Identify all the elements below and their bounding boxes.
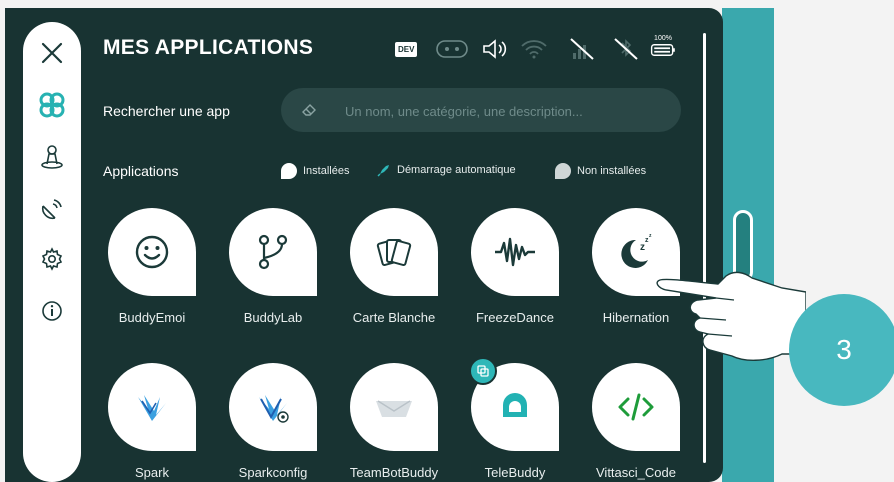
soundwave-icon bbox=[495, 237, 535, 267]
app-tile-vittasci-code[interactable]: Vittasci_Code bbox=[578, 363, 694, 480]
battery-label: 100% bbox=[654, 35, 672, 42]
info-icon[interactable] bbox=[37, 296, 67, 326]
app-icon-bubble[interactable] bbox=[469, 357, 559, 451]
app-name: Vittasci_Code bbox=[596, 465, 676, 480]
app-name: FreezeDance bbox=[475, 310, 555, 325]
autostart-badge-icon bbox=[469, 357, 497, 385]
spark-config-icon bbox=[259, 395, 289, 423]
telebuddy-icon bbox=[503, 393, 527, 417]
scrollbar-track[interactable] bbox=[703, 33, 706, 463]
installed-dot-icon bbox=[281, 163, 297, 179]
app-icon-bubble[interactable] bbox=[350, 363, 438, 451]
tutorial-step-badge: 3 bbox=[789, 294, 894, 406]
volume-icon[interactable] bbox=[481, 38, 511, 60]
app-tile-telebuddy[interactable]: TeleBuddy bbox=[457, 357, 573, 480]
moon-sleep-icon: zzz bbox=[621, 233, 652, 268]
app-name: BuddyEmoi bbox=[118, 310, 186, 325]
gear-icon[interactable] bbox=[37, 244, 67, 274]
app-icon-bubble[interactable] bbox=[471, 208, 559, 296]
cards-icon bbox=[376, 239, 412, 266]
legend-autostart: Démarrage automatique bbox=[377, 163, 516, 177]
apps-flower-icon[interactable] bbox=[37, 90, 67, 120]
app-screen: MES APPLICATIONS DEV 100% Rechercher une… bbox=[5, 8, 723, 482]
search-input[interactable] bbox=[343, 88, 667, 134]
app-icon-bubble[interactable] bbox=[108, 363, 196, 451]
smiley-icon bbox=[135, 235, 169, 269]
app-icon-bubble[interactable] bbox=[229, 363, 317, 451]
battery-icon: 100% bbox=[649, 35, 677, 57]
page-title: MES APPLICATIONS bbox=[103, 36, 314, 59]
robot-icon[interactable] bbox=[37, 142, 67, 172]
sidebar bbox=[23, 22, 81, 482]
app-icon-bubble[interactable] bbox=[229, 208, 317, 296]
app-name: BuddyLab bbox=[243, 310, 303, 325]
legend-not-installed: Non installées bbox=[555, 163, 646, 179]
svg-text:z: z bbox=[649, 233, 652, 239]
dev-badge-label: DEV bbox=[395, 41, 418, 57]
app-tile-spark[interactable]: Spark bbox=[94, 363, 210, 480]
legend-installed: Installées bbox=[281, 163, 349, 179]
pointing-hand-icon bbox=[656, 271, 806, 361]
app-tile-buddylab[interactable]: BuddyLab bbox=[215, 208, 331, 325]
robot-face-icon bbox=[435, 38, 469, 60]
app-name: Spark bbox=[135, 465, 169, 480]
bluetooth-off-icon bbox=[611, 38, 641, 60]
close-icon[interactable] bbox=[37, 38, 67, 68]
app-tile-sparkconfig[interactable]: Sparkconfig bbox=[215, 363, 331, 480]
code-icon bbox=[618, 393, 654, 421]
legend-installed-label: Installées bbox=[303, 165, 350, 177]
spark-logo-icon bbox=[138, 395, 166, 421]
legend-autostart-label: Démarrage automatique bbox=[397, 164, 516, 176]
legend-not-installed-label: Non installées bbox=[577, 165, 647, 177]
app-icon-bubble[interactable] bbox=[592, 363, 680, 451]
app-name: Sparkconfig bbox=[238, 465, 308, 480]
dev-badge: DEV bbox=[395, 38, 418, 60]
rocket-icon bbox=[377, 165, 389, 177]
app-icon-bubble[interactable] bbox=[108, 208, 196, 296]
app-name: TeleBuddy bbox=[484, 465, 546, 480]
branch-icon bbox=[258, 234, 288, 270]
app-icon-bubble[interactable] bbox=[350, 208, 438, 296]
app-tile-teambotbuddy[interactable]: TeamBotBuddy bbox=[336, 363, 452, 480]
eraser-icon[interactable] bbox=[301, 102, 317, 118]
satellite-icon[interactable] bbox=[37, 194, 67, 224]
applications-section-label: Applications bbox=[103, 163, 179, 179]
app-tile-freezedance[interactable]: FreezeDance bbox=[457, 208, 573, 325]
step-number: 3 bbox=[836, 334, 852, 365]
teambot-icon bbox=[376, 400, 412, 417]
app-tile-carte-blanche[interactable]: Carte Blanche bbox=[336, 208, 452, 325]
wifi-icon bbox=[519, 38, 549, 60]
app-tile-buddyemoi[interactable]: BuddyEmoi bbox=[94, 208, 210, 325]
search-label: Rechercher une app bbox=[103, 103, 230, 119]
search-box[interactable] bbox=[281, 88, 681, 134]
not-installed-dot-icon bbox=[555, 163, 571, 179]
app-name: Carte Blanche bbox=[352, 310, 436, 325]
app-name: TeamBotBuddy bbox=[349, 465, 439, 480]
signal-off-icon bbox=[567, 38, 597, 60]
